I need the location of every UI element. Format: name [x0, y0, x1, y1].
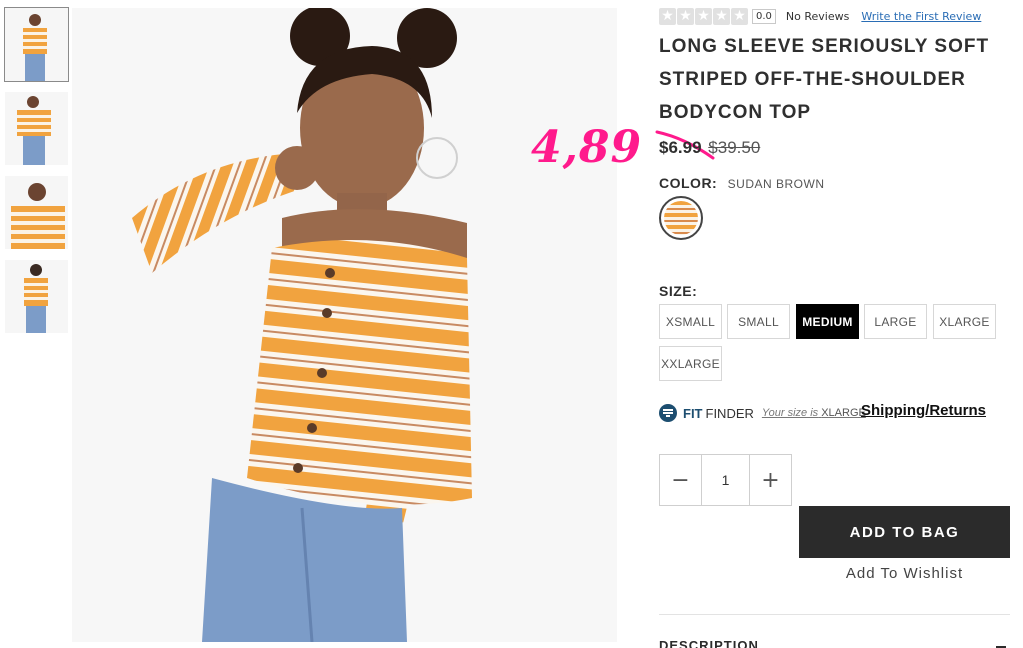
rating-stars — [659, 7, 748, 25]
fit-finder-brand: FIT — [683, 405, 703, 421]
color-swatch-sudan-brown[interactable] — [659, 196, 703, 240]
size-xxlarge[interactable]: XXLARGE — [659, 346, 722, 381]
product-thumbnail-image — [5, 260, 68, 333]
rating-row: 0.0 No Reviews Write the First Review — [659, 7, 981, 25]
add-to-wishlist-link[interactable]: Add To Wishlist — [799, 565, 1010, 582]
star-icon — [659, 7, 676, 25]
thumbnail-3[interactable] — [5, 176, 68, 249]
add-to-bag-button[interactable]: ADD TO BAG — [799, 506, 1010, 558]
size-medium[interactable]: MEDIUM — [796, 304, 859, 339]
your-size-value: XLARGE — [821, 407, 866, 419]
description-header[interactable]: DESCRIPTION — [659, 638, 1010, 648]
model-photo — [72, 8, 617, 642]
thumbnail-list — [4, 7, 69, 344]
quantity-stepper: − 1 + — [659, 454, 792, 506]
star-icon — [731, 7, 748, 25]
review-count: No Reviews — [785, 10, 850, 23]
price-row: $6.99 $39.50 — [659, 138, 760, 158]
product-thumbnail-image — [5, 8, 68, 81]
original-price: $39.50 — [708, 138, 761, 157]
color-label: COLOR: — [659, 175, 718, 191]
fit-finder-brand-suffix: FINDER — [705, 405, 754, 421]
star-icon — [695, 7, 712, 25]
thumbnail-4[interactable] — [5, 260, 68, 333]
star-icon — [713, 7, 730, 25]
size-xlarge[interactable]: XLARGE — [933, 304, 996, 339]
shipping-returns-link[interactable]: Shipping/Returns — [861, 402, 986, 419]
fit-finder-row[interactable]: FIT FINDER Your size is XLARGE Shipping/… — [659, 402, 999, 422]
product-thumbnail-image — [5, 176, 68, 249]
fit-finder-recommendation[interactable]: Your size is XLARGE — [762, 407, 866, 419]
thumbnail-1[interactable] — [4, 7, 69, 82]
write-review-link[interactable]: Write the First Review — [861, 10, 981, 23]
handwritten-price-overlay: 4,89 — [531, 122, 643, 173]
description-label: DESCRIPTION — [659, 638, 759, 648]
thumbnail-2[interactable] — [5, 92, 68, 165]
rating-score: 0.0 — [752, 9, 776, 24]
sale-price: $6.99 — [659, 138, 702, 157]
swatch-pattern — [664, 201, 698, 235]
size-label: SIZE: — [659, 283, 698, 299]
quantity-increase-button[interactable]: + — [750, 455, 791, 505]
section-divider — [659, 614, 1010, 615]
product-thumbnail-image — [5, 92, 68, 165]
your-size-prefix: Your size is — [761, 407, 819, 419]
size-small[interactable]: SMALL — [727, 304, 790, 339]
main-product-image[interactable] — [72, 8, 617, 642]
star-icon — [677, 7, 694, 25]
fit-finder-icon — [659, 404, 677, 422]
quantity-input[interactable]: 1 — [701, 455, 750, 505]
product-title: LONG SLEEVE SERIOUSLY SOFT STRIPED OFF-T… — [659, 36, 990, 123]
color-row: COLOR: SUDAN BROWN — [659, 175, 825, 193]
color-name: SUDAN BROWN — [727, 177, 825, 191]
quantity-decrease-button[interactable]: − — [660, 455, 701, 505]
size-large[interactable]: LARGE — [864, 304, 927, 339]
size-xsmall[interactable]: XSMALL — [659, 304, 722, 339]
